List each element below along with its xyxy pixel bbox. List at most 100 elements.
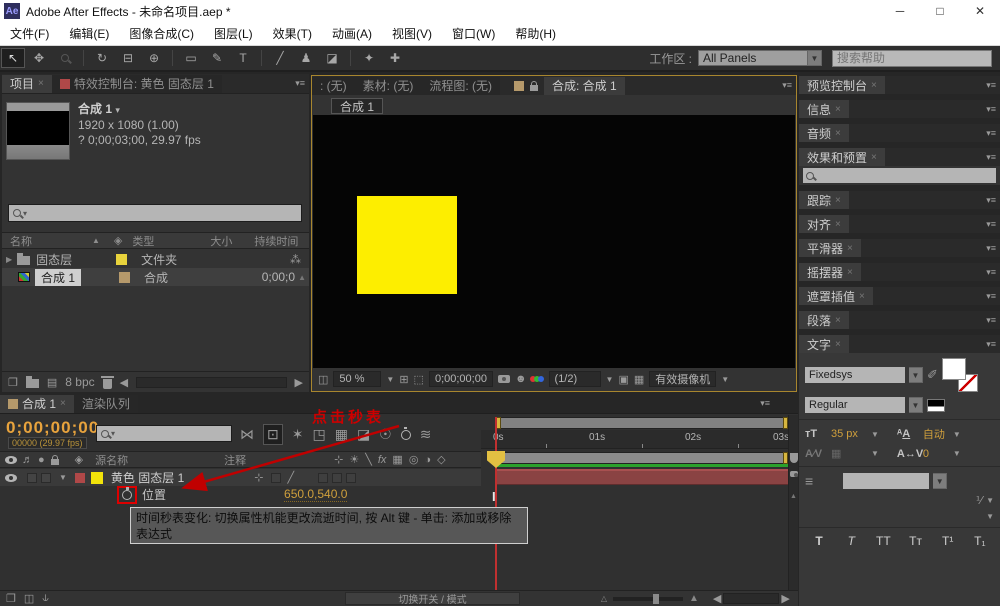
- expand-arrow-icon[interactable]: ▶: [6, 255, 12, 264]
- expand-in-out-icon[interactable]: ⫝: [42, 592, 49, 605]
- small-caps-button[interactable]: Tᴛ: [904, 534, 928, 548]
- interpret-footage-icon[interactable]: ❐: [8, 376, 18, 389]
- snapshot-camera-icon[interactable]: [498, 375, 510, 383]
- lock-icon[interactable]: [51, 459, 59, 465]
- region-of-interest-icon[interactable]: ⬚: [414, 373, 424, 386]
- zoom-out-mountain-icon[interactable]: △: [601, 594, 607, 603]
- font-style-arrow-icon[interactable]: ▼: [909, 397, 923, 413]
- item-name[interactable]: 固态层: [36, 251, 72, 268]
- menu-composition[interactable]: 图像合成(C): [119, 25, 204, 42]
- faux-italic-button[interactable]: T: [839, 534, 863, 548]
- panel-menu-icon[interactable]: ▾≡: [986, 339, 1000, 350]
- scroll-right-icon[interactable]: ▶: [781, 592, 789, 605]
- tab-align[interactable]: 对齐×: [799, 215, 849, 233]
- baseline-arrow-icon[interactable]: ▼: [986, 512, 994, 521]
- panel-menu-icon[interactable]: ▾≡: [986, 315, 1000, 326]
- expand-transfer-controls-icon[interactable]: ◫: [24, 592, 34, 605]
- motion-blur-toggle[interactable]: [332, 473, 342, 483]
- property-row-position[interactable]: 位置 650.0,540.0: [0, 486, 481, 503]
- layer-label-swatch[interactable]: [75, 473, 85, 483]
- layer-name[interactable]: 黄色 固态层 1: [111, 469, 184, 486]
- proportional-spacing-arrow-icon[interactable]: ▼: [933, 473, 947, 489]
- hamburger-menu-icon[interactable]: ≡: [805, 473, 813, 489]
- hide-shy-layers-icon[interactable]: ✶: [292, 426, 304, 443]
- panel-menu-icon[interactable]: ▾≡: [986, 128, 1000, 139]
- source-name-column[interactable]: 源名称: [95, 452, 128, 468]
- clone-stamp-tool-icon[interactable]: ♟: [294, 48, 318, 68]
- layer-row[interactable]: ▼ 黄色 固态层 1 ⊹ ╱: [0, 469, 481, 486]
- menu-layer[interactable]: 图层(L): [204, 25, 263, 42]
- audio-icon[interactable]: ♬: [22, 454, 33, 466]
- magnification-select[interactable]: 50 %: [333, 371, 381, 387]
- menu-effect[interactable]: 效果(T): [263, 25, 322, 42]
- scroll-left-icon[interactable]: ◀: [120, 376, 128, 389]
- pen-tool-icon[interactable]: ✎: [205, 48, 229, 68]
- label-color-swatch[interactable]: [119, 272, 130, 283]
- tsume-arrow-icon[interactable]: ▼: [986, 496, 994, 505]
- sort-ascending-icon[interactable]: ▲: [92, 236, 100, 245]
- new-composition-icon[interactable]: ▤: [47, 376, 57, 389]
- project-bit-depth[interactable]: 8 bpc: [65, 375, 94, 389]
- layer-eye-icon[interactable]: [5, 474, 17, 482]
- tab-preview[interactable]: 预览控制台×: [799, 76, 885, 94]
- work-area-bar[interactable]: [496, 417, 788, 429]
- always-preview-icon[interactable]: ◫: [318, 373, 328, 386]
- subscript-button[interactable]: T₁: [968, 534, 992, 548]
- label-color-swatch[interactable]: [116, 254, 127, 265]
- tab-mask-interpolation[interactable]: 遮罩插值×: [799, 287, 873, 305]
- proportional-spacing-select[interactable]: [843, 473, 929, 489]
- panel-menu-icon[interactable]: ▾≡: [986, 195, 1000, 206]
- eyedropper-icon[interactable]: ✐: [927, 367, 938, 383]
- close-button[interactable]: ✕: [960, 4, 1000, 18]
- project-row-solids[interactable]: ▶ 固态层 文件夹 ⁂: [2, 250, 309, 268]
- timeline-search-input[interactable]: ▾: [96, 425, 232, 442]
- label-column-icon[interactable]: ◈: [75, 453, 83, 466]
- new-folder-icon[interactable]: [26, 379, 39, 388]
- font-size-value[interactable]: 35 px: [831, 428, 867, 440]
- property-name[interactable]: 位置: [142, 486, 166, 503]
- kerning-arrow-icon[interactable]: ▼: [871, 449, 879, 458]
- superscript-button[interactable]: T¹: [936, 534, 960, 548]
- viewer-timecode[interactable]: 0;00;00;00: [429, 371, 493, 387]
- shape-tool-icon[interactable]: ▭: [179, 48, 203, 68]
- pan-behind-tool-icon[interactable]: ⊕: [142, 48, 166, 68]
- show-snapshot-icon[interactable]: ☻: [515, 373, 527, 385]
- frame-blending-icon[interactable]: ◳: [312, 426, 325, 443]
- composition-stage[interactable]: [313, 115, 795, 368]
- workspace-select-arrow-icon[interactable]: ▼: [808, 50, 822, 66]
- tab-info[interactable]: 信息×: [799, 100, 849, 118]
- target-region-icon[interactable]: ▣: [618, 373, 628, 386]
- menu-view[interactable]: 视图(V): [382, 25, 442, 42]
- tracking-value[interactable]: 0: [923, 448, 949, 460]
- solo-icon[interactable]: ●: [38, 454, 45, 466]
- roto-brush-tool-icon[interactable]: ✦: [357, 48, 381, 68]
- tab-effects-presets[interactable]: 效果和预置×: [799, 148, 885, 166]
- tab-paragraph[interactable]: 段落×: [799, 311, 849, 329]
- tab-layer-viewer[interactable]: : (无): [312, 77, 355, 95]
- scroll-right-icon[interactable]: ▶: [295, 376, 303, 389]
- resolution-select[interactable]: (1/2): [549, 371, 601, 387]
- magnification-arrow-icon[interactable]: ▼: [386, 375, 394, 384]
- camera-tool-icon[interactable]: ⊟: [116, 48, 140, 68]
- kerning-value[interactable]: ▦: [831, 447, 867, 460]
- panel-menu-icon[interactable]: ▾≡: [986, 152, 1000, 163]
- tracking-arrow-icon[interactable]: ▼: [953, 449, 961, 458]
- project-search-input[interactable]: ▾: [8, 204, 302, 222]
- font-family-arrow-icon[interactable]: ▼: [909, 367, 923, 383]
- eraser-tool-icon[interactable]: ◪: [320, 48, 344, 68]
- solid-color-swatch[interactable]: [91, 472, 103, 484]
- minimize-button[interactable]: ─: [880, 4, 920, 18]
- column-type[interactable]: 类型: [132, 233, 154, 249]
- menu-help[interactable]: 帮助(H): [505, 25, 566, 42]
- all-caps-button[interactable]: TT: [871, 534, 895, 548]
- fill-color-swatch[interactable]: [942, 358, 966, 380]
- tab-tracker[interactable]: 跟踪×: [799, 191, 849, 209]
- font-family-select[interactable]: Fixedsys: [805, 367, 905, 383]
- three-d-toggle[interactable]: [346, 473, 356, 483]
- column-name[interactable]: 名称: [10, 233, 32, 249]
- trash-icon[interactable]: [103, 379, 112, 389]
- fill-stroke-indicator[interactable]: [927, 399, 945, 412]
- motion-blur-icon[interactable]: ▦: [335, 426, 348, 443]
- panel-menu-icon[interactable]: ▾≡: [760, 398, 774, 409]
- menu-edit[interactable]: 编辑(E): [59, 25, 119, 42]
